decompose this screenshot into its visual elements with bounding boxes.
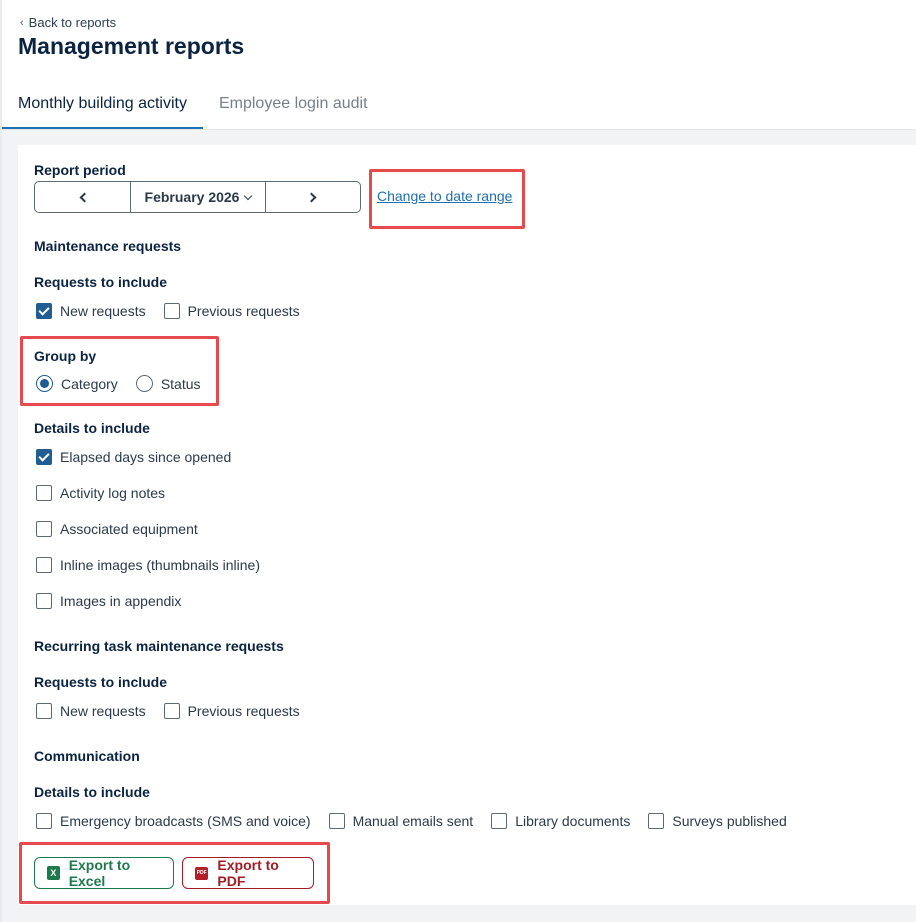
page-title: Management reports — [18, 33, 245, 59]
checkbox-icon — [36, 521, 52, 537]
maintenance-requests-heading: Maintenance requests — [34, 238, 182, 254]
checkbox-icon — [648, 813, 665, 829]
change-to-date-range-link[interactable]: Change to date range — [377, 188, 512, 204]
option-label: Emergency broadcasts (SMS and voice) — [60, 813, 311, 829]
maintenance-new-requests-checkbox[interactable]: New requests — [36, 303, 146, 319]
checkbox-icon — [328, 813, 345, 829]
export-to-pdf-button[interactable]: PDF Export to PDF — [182, 857, 314, 889]
manual-emails-checkbox[interactable]: Manual emails sent — [328, 813, 474, 829]
chevron-left-icon — [79, 192, 89, 202]
inline-images-checkbox[interactable]: Inline images (thumbnails inline) — [36, 557, 260, 573]
export-pdf-label: Export to PDF — [217, 857, 279, 889]
maintenance-previous-requests-checkbox[interactable]: Previous requests — [163, 303, 300, 319]
option-label: New requests — [60, 303, 146, 319]
report-options-card: Report period February 2026 Change to da… — [18, 145, 916, 905]
communication-details-options: Emergency broadcasts (SMS and voice) Man… — [36, 813, 787, 829]
option-label: Status — [160, 375, 201, 392]
option-label: Surveys published — [672, 813, 787, 829]
radio-icon — [135, 375, 153, 392]
back-to-reports-link[interactable]: ‹ Back to reports — [20, 15, 116, 30]
group-by-options: Category Status — [36, 375, 201, 392]
checkbox-icon — [491, 813, 508, 829]
back-link-label: Back to reports — [28, 15, 117, 30]
report-period-label: Report period — [34, 162, 126, 178]
recurring-requests-to-include-label: Requests to include — [34, 674, 168, 690]
recurring-new-requests-checkbox[interactable]: New requests — [36, 703, 146, 719]
option-label: Activity log notes — [60, 485, 166, 501]
communication-heading: Communication — [34, 748, 140, 764]
images-in-appendix-checkbox[interactable]: Images in appendix — [36, 593, 181, 609]
option-label: Category — [61, 375, 118, 392]
surveys-published-checkbox[interactable]: Surveys published — [648, 813, 787, 829]
content-area: Report period February 2026 Change to da… — [2, 130, 916, 922]
checkbox-icon — [36, 593, 52, 609]
group-by-label: Group by — [34, 348, 97, 364]
maintenance-requests-to-include-label: Requests to include — [34, 274, 168, 290]
pdf-icon: PDF — [195, 866, 209, 880]
option-label: Elapsed days since opened — [60, 449, 232, 465]
tab-monthly-building-activity[interactable]: Monthly building activity — [2, 80, 203, 129]
checkbox-icon — [36, 485, 52, 501]
option-label: Images in appendix — [60, 593, 182, 609]
report-period-selector: February 2026 — [34, 181, 361, 213]
activity-log-notes-checkbox[interactable]: Activity log notes — [36, 485, 165, 501]
recurring-requests-heading: Recurring task maintenance requests — [34, 638, 284, 654]
period-dropdown[interactable]: February 2026 — [131, 182, 266, 212]
option-label: Manual emails sent — [352, 813, 474, 829]
checkbox-icon — [36, 813, 52, 829]
option-label: Associated equipment — [60, 521, 198, 537]
checkbox-icon — [36, 557, 52, 573]
checkbox-icon — [36, 703, 52, 719]
period-value: February 2026 — [144, 189, 240, 205]
export-excel-label: Export to Excel — [68, 857, 131, 889]
checkbox-icon — [163, 303, 180, 319]
recurring-requests-options: New requests Previous requests — [36, 703, 300, 719]
group-by-category-radio[interactable]: Category — [36, 375, 118, 392]
library-documents-checkbox[interactable]: Library documents — [491, 813, 630, 829]
report-tabs: Monthly building activity Employee login… — [2, 80, 916, 130]
option-label: Previous requests — [187, 303, 300, 319]
next-period-button[interactable] — [266, 182, 360, 212]
export-to-excel-button[interactable]: X Export to Excel — [34, 857, 174, 889]
maintenance-details-label: Details to include — [34, 420, 150, 436]
checkbox-icon — [163, 703, 180, 719]
chevron-left-icon: ‹ — [20, 16, 24, 29]
checkbox-checked-icon — [36, 303, 52, 319]
radio-selected-icon — [36, 375, 53, 392]
maintenance-requests-options: New requests Previous requests — [36, 303, 300, 319]
chevron-right-icon — [306, 192, 317, 202]
tab-employee-login-audit[interactable]: Employee login audit — [203, 80, 384, 129]
option-label: Inline images (thumbnails inline) — [60, 557, 260, 573]
option-label: Previous requests — [187, 703, 300, 719]
previous-period-button[interactable] — [35, 182, 131, 212]
emergency-broadcasts-checkbox[interactable]: Emergency broadcasts (SMS and voice) — [36, 813, 311, 829]
option-label: New requests — [60, 703, 146, 719]
communication-details-label: Details to include — [34, 784, 150, 800]
option-label: Library documents — [515, 813, 631, 829]
chevron-down-icon — [244, 191, 253, 200]
elapsed-days-checkbox[interactable]: Elapsed days since opened — [36, 449, 231, 465]
recurring-previous-requests-checkbox[interactable]: Previous requests — [163, 703, 300, 719]
group-by-status-radio[interactable]: Status — [135, 375, 201, 392]
checkbox-checked-icon — [36, 449, 52, 465]
associated-equipment-checkbox[interactable]: Associated equipment — [36, 521, 198, 537]
excel-icon: X — [47, 866, 60, 880]
